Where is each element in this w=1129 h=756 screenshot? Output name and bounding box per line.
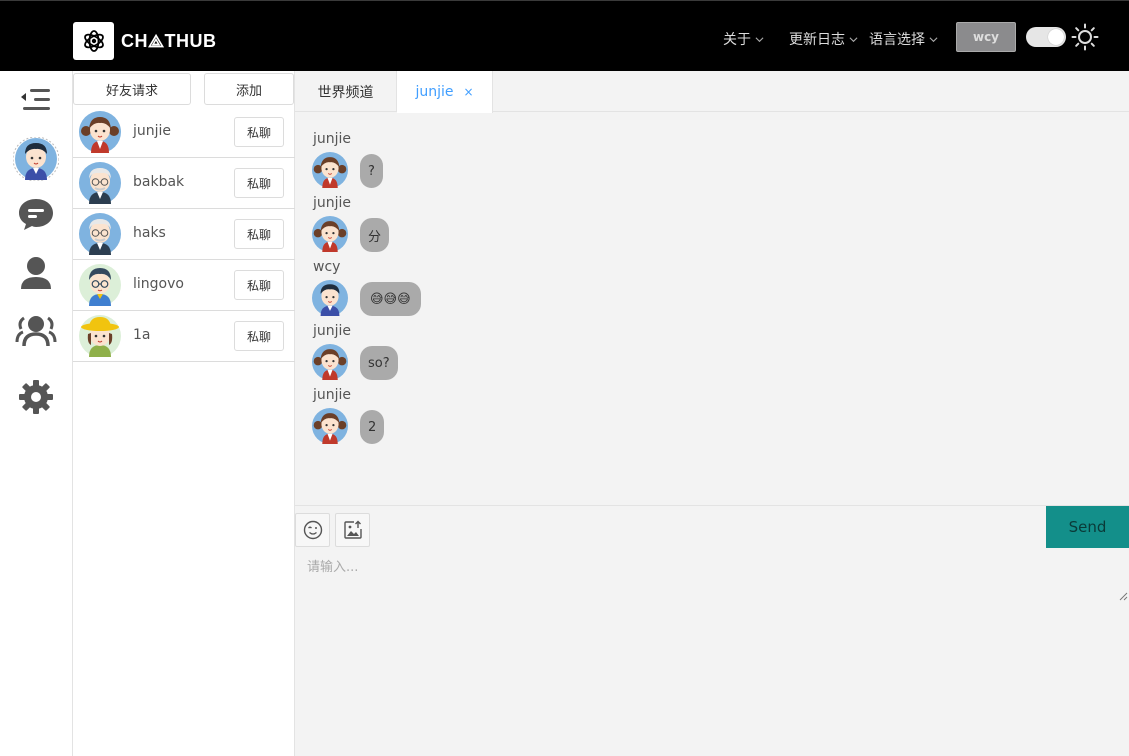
avatar <box>79 264 121 306</box>
message-bubble: 😅😅😅 <box>360 282 421 316</box>
message-sender: junjie <box>313 387 352 403</box>
chevron-down-icon <box>849 36 858 42</box>
friend-panel: 好友请求 添加 junjie 私聊 bakbak 私聊 haks 私聊 ling… <box>73 71 295 756</box>
tab-world-label: 世界频道 <box>317 84 374 101</box>
message: junjie 2 <box>312 382 1112 446</box>
avatar <box>79 213 121 255</box>
message-bubble: 分 <box>360 218 390 252</box>
private-chat-button[interactable]: 私聊 <box>234 321 284 351</box>
chevron-down-icon <box>755 36 764 42</box>
logo-text: CH⟁THUB <box>121 31 217 51</box>
friend-name: bakbak <box>133 174 185 190</box>
message-list: junjie ? junjie 分 wcy 😅😅😅 junjie so? jun… <box>312 126 1112 446</box>
settings-gear-icon[interactable] <box>15 376 57 418</box>
avatar[interactable] <box>312 280 348 316</box>
avatar[interactable] <box>312 152 348 188</box>
send-button[interactable]: Send <box>1046 506 1129 548</box>
group-icon[interactable] <box>15 309 57 351</box>
collapse-menu-icon[interactable] <box>15 79 57 121</box>
composer: Send <box>295 505 1129 756</box>
close-tab-icon[interactable]: × <box>463 85 473 99</box>
menu-changelog[interactable]: 更新日志 <box>789 29 858 49</box>
avatar[interactable] <box>312 216 348 252</box>
private-chat-button[interactable]: 私聊 <box>234 168 284 198</box>
logo-icon[interactable] <box>73 22 114 60</box>
top-header: CH⟁THUB 关于 更新日志 语言选择 wcy <box>0 0 1129 71</box>
avatar <box>79 315 121 357</box>
menu-about-label: 关于 <box>723 32 751 48</box>
image-upload-icon <box>343 520 362 539</box>
chat-tabs: 世界频道 junjie × <box>295 71 1129 113</box>
avatar[interactable] <box>312 344 348 380</box>
tab-world-channel[interactable]: 世界频道 <box>295 71 397 112</box>
message: junjie ? <box>312 126 1112 190</box>
message: junjie 分 <box>312 190 1112 254</box>
menu-language[interactable]: 语言选择 <box>869 29 938 49</box>
avatar[interactable] <box>312 408 348 444</box>
toggle-knob <box>1048 29 1064 45</box>
emoji-icon <box>303 520 322 540</box>
image-upload-button[interactable] <box>335 513 370 547</box>
chat-bubble-icon[interactable] <box>15 193 57 235</box>
friend-name: junjie <box>133 123 172 139</box>
chat-area: 世界频道 junjie × junjie ? junjie 分 wcy 😅😅😅 … <box>295 71 1129 756</box>
message: wcy 😅😅😅 <box>312 254 1112 318</box>
resize-grip-icon[interactable] <box>1119 592 1128 601</box>
private-chat-button[interactable]: 私聊 <box>234 117 284 147</box>
friend-name: lingovo <box>133 276 184 292</box>
menu-changelog-label: 更新日志 <box>789 32 845 48</box>
private-chat-button[interactable]: 私聊 <box>234 219 284 249</box>
message-sender: wcy <box>313 259 341 275</box>
avatar <box>79 162 121 204</box>
message-sender: junjie <box>313 323 352 339</box>
avatar <box>79 111 121 153</box>
user-button[interactable]: wcy <box>956 22 1016 52</box>
add-friend-button[interactable]: 添加 <box>204 73 294 105</box>
emoji-button[interactable] <box>295 513 330 547</box>
sun-icon[interactable] <box>1071 23 1099 51</box>
friend-name: haks <box>133 225 166 241</box>
friend-row[interactable]: bakbak 私聊 <box>73 158 295 209</box>
icon-sidebar <box>0 71 73 756</box>
tab-junjie-label: junjie <box>415 84 454 100</box>
menu-language-label: 语言选择 <box>869 32 925 48</box>
message-sender: junjie <box>313 131 352 147</box>
friend-row[interactable]: lingovo 私聊 <box>73 260 295 311</box>
friend-row[interactable]: 1a 私聊 <box>73 311 295 362</box>
friend-list: junjie 私聊 bakbak 私聊 haks 私聊 lingovo 私聊 1… <box>73 107 295 362</box>
message-sender: junjie <box>313 195 352 211</box>
friend-row[interactable]: junjie 私聊 <box>73 107 295 158</box>
message-bubble: so? <box>360 346 398 380</box>
theme-toggle[interactable] <box>1026 27 1066 47</box>
private-chat-button[interactable]: 私聊 <box>234 270 284 300</box>
contact-person-icon[interactable] <box>15 252 57 294</box>
tab-junjie[interactable]: junjie × <box>397 71 493 113</box>
message-bubble: 2 <box>360 410 385 444</box>
message: junjie so? <box>312 318 1112 382</box>
user-avatar[interactable] <box>12 137 60 181</box>
message-bubble: ? <box>360 154 383 188</box>
friend-row[interactable]: haks 私聊 <box>73 209 295 260</box>
friend-name: 1a <box>133 327 151 343</box>
friend-requests-button[interactable]: 好友请求 <box>73 73 191 105</box>
chevron-down-icon <box>929 36 938 42</box>
menu-about[interactable]: 关于 <box>723 29 764 49</box>
message-input[interactable] <box>295 550 1129 604</box>
